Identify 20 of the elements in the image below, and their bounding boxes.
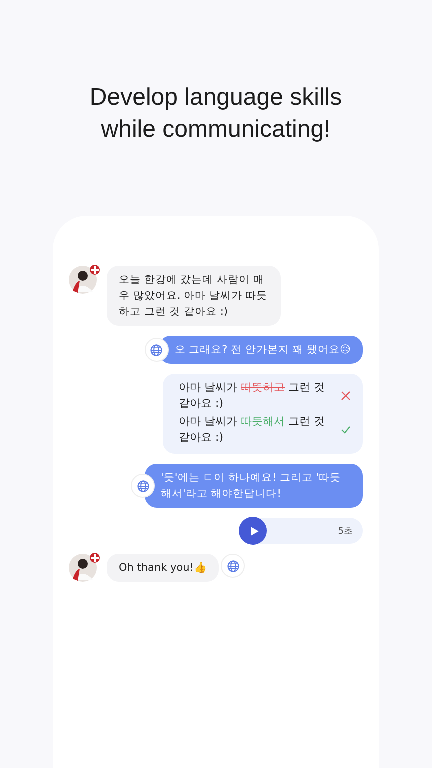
headline: Develop language skills <box>90 83 342 113</box>
play-icon <box>248 526 260 536</box>
translate-button[interactable] <box>144 338 169 362</box>
flag-icon <box>90 553 100 563</box>
globe-icon <box>136 480 150 492</box>
flag-icon <box>90 265 100 275</box>
message-bubble: 오늘 한강에 갔는데 사람이 매우 많았어요. 아마 날씨가 따듯하고 그런 것 같아요 :) <box>107 266 281 326</box>
translate-button[interactable] <box>131 474 155 498</box>
correction-text: 아마 날씨가 따뜻하고 그런 것 같아요 :) <box>179 380 326 412</box>
translate-button[interactable] <box>221 554 246 578</box>
duration-label: 5초 <box>338 526 353 538</box>
avatar <box>69 266 97 294</box>
message-bubble: Oh thank you!👍 <box>107 554 220 582</box>
globe-icon <box>226 560 240 572</box>
message-bubble: '듯'에는 ㄷ이 하나예요! 그리고 '따듯해서'라고 해야한답니다! <box>145 464 363 508</box>
avatar <box>69 554 97 582</box>
correction-text: 아마 날씨가 따듯해서 그런 것 같아요 :) <box>179 414 326 446</box>
globe-icon <box>150 344 164 356</box>
headline: while communicating! <box>101 115 331 145</box>
play-button[interactable] <box>239 517 267 545</box>
